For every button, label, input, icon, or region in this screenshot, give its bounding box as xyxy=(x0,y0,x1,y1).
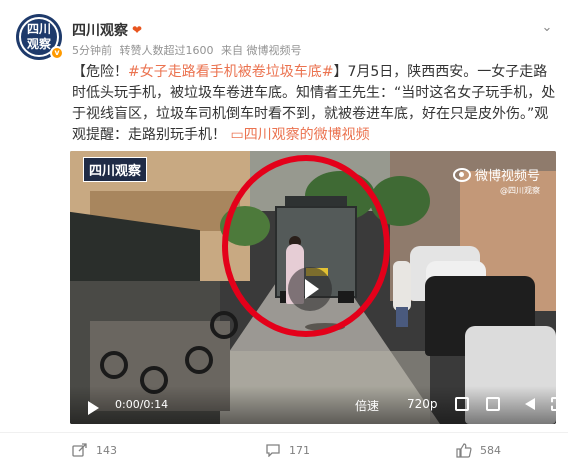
quality-button[interactable]: 720p xyxy=(407,397,438,411)
video-player[interactable]: 四川观察 微博视频号 @四川观察 0:00/0:14 倍速 720p xyxy=(70,151,556,424)
hashtag-link[interactable]: #女子走路看手机被卷垃圾车底# xyxy=(128,64,333,80)
like-icon xyxy=(456,443,472,458)
settings-icon[interactable] xyxy=(486,397,500,411)
share-count: 143 xyxy=(96,443,117,457)
post-meta: 5分钟前 转赞人数超过1600 来自 微博视频号 xyxy=(72,42,306,58)
speed-button[interactable]: 倍速 xyxy=(355,397,379,414)
video-watermark-label: 微博视频号 xyxy=(474,169,540,184)
post-text: 【危险！#女子走路看手机被卷垃圾车底#】7月5日，陕西西安。一女子走路时低头玩手… xyxy=(72,62,560,146)
share-icon xyxy=(72,443,87,457)
post-source[interactable]: 来自 微博视频号 xyxy=(221,44,302,57)
avatar-text-line2: 观察 xyxy=(26,37,51,51)
verified-icon: v xyxy=(50,46,64,60)
video-controls: 0:00/0:14 倍速 720p xyxy=(70,386,556,424)
video-watermark-handle: @四川观察 xyxy=(500,186,540,195)
post-prefix: 【危险！ xyxy=(72,64,128,80)
post-likes-summary: 转赞人数超过1600 xyxy=(119,44,214,57)
volume-icon[interactable] xyxy=(525,398,535,410)
chevron-down-icon[interactable]: ⌄ xyxy=(540,20,554,35)
like-button[interactable]: 584 xyxy=(456,443,501,458)
play-icon[interactable] xyxy=(88,401,99,415)
video-watermark: 微博视频号 xyxy=(452,165,540,184)
author-row: 四川观察 ❤ xyxy=(72,20,142,40)
video-link[interactable]: ▭四川观察的微博视频 xyxy=(226,127,370,143)
fullscreen-icon[interactable] xyxy=(551,397,556,411)
share-button[interactable]: 143 xyxy=(72,443,117,457)
action-bar: 143 171 584 xyxy=(0,432,568,470)
comment-icon xyxy=(266,444,280,457)
comment-button[interactable]: 171 xyxy=(265,443,310,457)
author-name[interactable]: 四川观察 xyxy=(72,20,128,40)
weibo-icon xyxy=(452,167,471,182)
video-watermark-logo: 四川观察 xyxy=(83,157,148,182)
vip-badge-icon: ❤ xyxy=(132,23,143,37)
avatar-text-line1: 四川 xyxy=(26,22,51,36)
comment-count: 171 xyxy=(289,443,310,457)
pip-icon[interactable] xyxy=(455,397,469,411)
video-link-label: 四川观察的微博视频 xyxy=(243,127,370,143)
video-link-icon: ▭ xyxy=(230,127,244,143)
post-time[interactable]: 5分钟前 xyxy=(72,44,112,57)
video-time: 0:00/0:14 xyxy=(115,398,169,411)
like-count: 584 xyxy=(480,444,501,457)
play-button[interactable] xyxy=(288,267,332,311)
